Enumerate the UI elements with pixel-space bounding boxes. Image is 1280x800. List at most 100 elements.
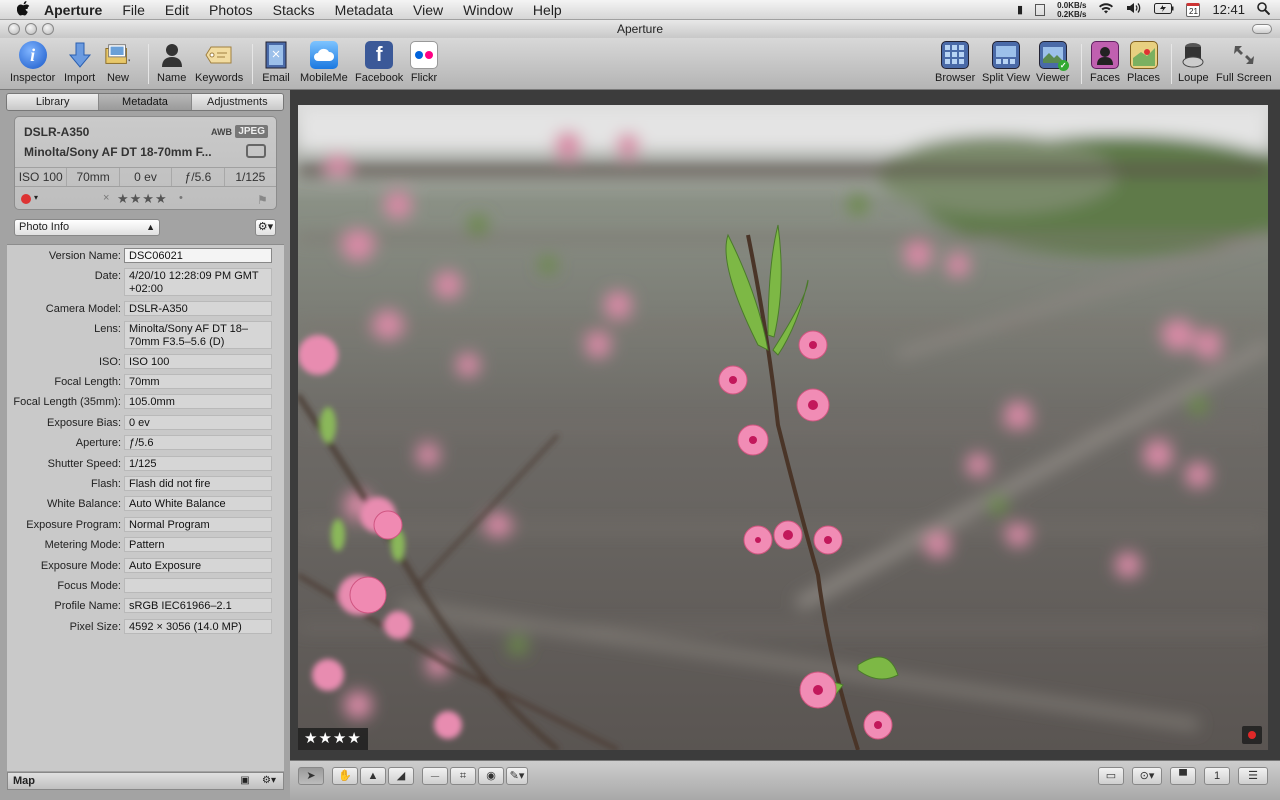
info-icon: i xyxy=(18,41,47,69)
network-monitor-icon[interactable] xyxy=(1035,3,1046,16)
metadata-field-value[interactable]: ISO 100 xyxy=(124,354,272,369)
keywords-button[interactable]: Keywords xyxy=(195,41,243,84)
clock[interactable]: 12:41 xyxy=(1212,2,1245,17)
full-screen-button[interactable]: Full Screen xyxy=(1216,41,1272,84)
email-button[interactable]: Email xyxy=(262,41,290,84)
metadata-field-label: Profile Name: xyxy=(54,600,121,612)
selection-tool-button[interactable]: ➤ xyxy=(298,767,324,785)
red-eye-tool-button[interactable]: ◉ xyxy=(478,767,504,785)
awb-badge: AWB xyxy=(211,127,232,137)
apple-menu-icon[interactable] xyxy=(10,0,36,19)
menu-help[interactable]: Help xyxy=(523,2,572,18)
brush-icon: ✎▾ xyxy=(509,770,525,782)
metadata-field-value[interactable]: Normal Program xyxy=(124,517,272,532)
split-view-button[interactable]: Split View xyxy=(982,41,1030,84)
brush-tool-button[interactable]: ✎▾ xyxy=(506,767,528,785)
metadata-field-value[interactable]: Minolta/Sony AF DT 18–70mm F3.5–5.6 (D) xyxy=(124,321,272,349)
calendar-icon[interactable]: 21 xyxy=(1186,2,1201,17)
viewer-mode-button[interactable]: ⊙▾ xyxy=(1132,767,1162,785)
faces-label: Faces xyxy=(1090,72,1120,84)
new-button[interactable]: New xyxy=(104,41,132,84)
bluetooth-status-icon[interactable]: ▮ xyxy=(1017,3,1023,16)
tab-adjustments[interactable]: Adjustments xyxy=(191,94,283,110)
menu-stacks[interactable]: Stacks xyxy=(263,2,325,18)
map-bar[interactable]: Map ▣ ⚙▾ xyxy=(7,772,284,790)
metadata-row: Camera Model: DSLR-A350 xyxy=(7,301,284,316)
tab-metadata[interactable]: Metadata xyxy=(99,94,192,110)
metadata-field-value[interactable]: 4/20/10 12:28:09 PM GMT +02:00 xyxy=(124,268,272,296)
metadata-field-value[interactable]: sRGB IEC61966–2.1 xyxy=(124,598,272,613)
flag-icon[interactable]: ⚑ xyxy=(257,193,269,207)
metadata-field-value[interactable]: 1/125 xyxy=(124,456,272,471)
metadata-field-value[interactable]: 0 ev xyxy=(124,415,272,430)
metadata-field-value[interactable]: Auto Exposure xyxy=(124,558,272,573)
hud-toggle-button[interactable]: ▭ xyxy=(1098,767,1124,785)
tab-library[interactable]: Library xyxy=(7,94,100,110)
metadata-field-label: Exposure Mode: xyxy=(40,560,121,572)
viewer-button[interactable]: ✓ Viewer xyxy=(1036,41,1069,84)
menu-metadata[interactable]: Metadata xyxy=(325,2,403,18)
metadata-field-value[interactable]: 70mm xyxy=(124,374,272,389)
metadata-field-value[interactable]: Pattern xyxy=(124,537,272,552)
lift-tool-button[interactable]: ✋ xyxy=(332,767,358,785)
metadata-field-value[interactable]: 105.0mm xyxy=(124,394,272,409)
inspector-button[interactable]: i Inspector xyxy=(10,41,55,84)
mobileme-button[interactable]: MobileMe xyxy=(300,41,348,84)
map-toggle-icon[interactable]: ▣ xyxy=(237,774,253,788)
metadata-view-select[interactable]: Photo Info ▲ xyxy=(14,219,160,236)
straighten-tool-button[interactable]: ⏤ xyxy=(422,767,448,785)
color-label-icon[interactable] xyxy=(21,194,31,204)
menu-edit[interactable]: Edit xyxy=(155,2,199,18)
menu-view[interactable]: View xyxy=(403,2,453,18)
rating-overlay-badge[interactable]: ★★★★ xyxy=(298,728,368,750)
volume-icon[interactable] xyxy=(1126,2,1142,17)
browser-button[interactable]: Browser xyxy=(935,41,975,84)
metadata-field-value[interactable]: Flash did not fire xyxy=(124,476,272,491)
metadata-field-label: Exposure Bias: xyxy=(47,417,121,429)
split-view-icon xyxy=(992,41,1021,69)
map-gear-icon[interactable]: ⚙▾ xyxy=(261,774,277,788)
app-menu[interactable]: Aperture xyxy=(36,2,112,18)
network-speed[interactable]: 0.0KB/s 0.2KB/s xyxy=(1057,1,1086,19)
toolbar-toggle-button[interactable] xyxy=(1252,24,1272,34)
metadata-row: Exposure Mode: Auto Exposure xyxy=(7,558,284,573)
metadata-field-value[interactable] xyxy=(124,578,272,593)
metadata-field-value[interactable]: ƒ/5.6 xyxy=(124,435,272,450)
metadata-action-button[interactable]: ⚙▾ xyxy=(255,219,276,236)
reject-button[interactable]: × xyxy=(103,192,109,204)
zoom-window-button[interactable] xyxy=(42,23,54,35)
rotate-icon: ◢ xyxy=(396,770,406,782)
menu-window[interactable]: Window xyxy=(453,2,523,18)
main-photo[interactable]: ★★★★ xyxy=(298,105,1268,750)
facebook-button[interactable]: f Facebook xyxy=(355,41,403,84)
name-button[interactable]: Name xyxy=(157,41,186,84)
places-button[interactable]: Places xyxy=(1127,41,1160,84)
crop-tool-button[interactable]: ⌗ xyxy=(450,767,476,785)
label-dropdown-arrow-icon[interactable]: ▾ xyxy=(34,193,38,202)
spotlight-search-icon[interactable] xyxy=(1257,1,1271,18)
red-label-icon xyxy=(1248,731,1256,739)
metadata-field-value[interactable]: Auto White Balance xyxy=(124,496,272,511)
stamp-tool-button[interactable]: ▲ xyxy=(360,767,386,785)
star-rating[interactable]: ★★★★ xyxy=(117,191,168,207)
faces-button[interactable]: Faces xyxy=(1090,41,1120,84)
flickr-button[interactable]: Flickr xyxy=(410,41,438,84)
metadata-field-value[interactable]: DSC06021 xyxy=(124,248,272,263)
color-label-overlay[interactable] xyxy=(1242,726,1262,744)
select-arrows-icon: ▲ xyxy=(146,222,155,232)
single-view-button[interactable]: 1 xyxy=(1204,767,1230,785)
minimize-window-button[interactable] xyxy=(25,23,37,35)
metadata-field-label: Flash: xyxy=(91,478,121,490)
metadata-field-value[interactable]: 4592 × 3056 (14.0 MP) xyxy=(124,619,272,634)
battery-icon[interactable] xyxy=(1154,2,1174,17)
wifi-icon[interactable] xyxy=(1098,2,1114,17)
list-view-button[interactable]: ☰ xyxy=(1238,767,1268,785)
metadata-overlay-button[interactable]: ▀ xyxy=(1170,767,1196,785)
metadata-field-value[interactable]: DSLR-A350 xyxy=(124,301,272,316)
menu-photos[interactable]: Photos xyxy=(199,2,263,18)
rotate-tool-button[interactable]: ◢ xyxy=(388,767,414,785)
import-button[interactable]: Import xyxy=(64,41,95,84)
close-window-button[interactable] xyxy=(8,23,20,35)
loupe-button[interactable]: Loupe xyxy=(1178,41,1209,84)
menu-file[interactable]: File xyxy=(112,2,155,18)
